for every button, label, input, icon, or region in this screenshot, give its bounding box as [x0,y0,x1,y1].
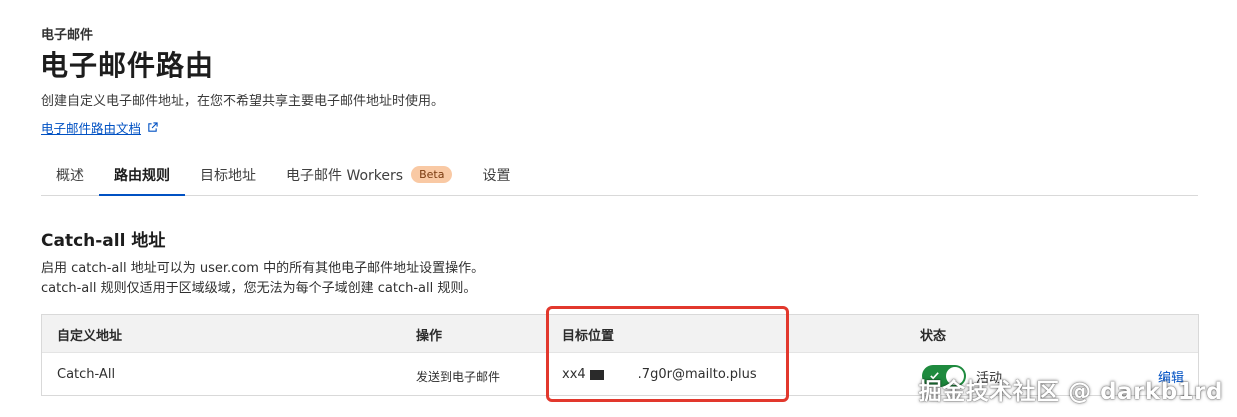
tab-overview[interactable]: 概述 [41,154,99,195]
page-title: 电子邮件路由 [40,49,215,82]
watermark: 掘金技术社区 @ darkb1rd [918,379,1223,405]
column-header-custom-address: 自定义地址 [57,329,123,344]
tab-settings[interactable]: 设置 [467,154,525,195]
column-header-action: 操作 [416,329,443,344]
tab-label: 电子邮件 Workers [286,167,404,184]
tab-bar: 概述 路由规则 目标地址 电子邮件 Workers Beta 设置 [41,154,1198,196]
tab-routing-rules[interactable]: 路由规则 [99,154,185,196]
catch-all-description: 启用 catch-all 地址可以为 user.com 中的所有其他电子邮件地址… [41,259,484,299]
tab-label: 概述 [56,167,84,184]
tab-label: 路由规则 [114,167,170,184]
tab-email-workers[interactable]: 电子邮件 Workers Beta [271,154,467,195]
page-description: 创建自定义电子邮件地址，在您不希望共享主要电子邮件地址时使用。 [41,94,445,109]
tab-label: 目标地址 [200,167,256,184]
action-cell: 发送到电子邮件 [416,370,501,384]
beta-badge: Beta [411,166,453,183]
tab-destination-addresses[interactable]: 目标地址 [185,154,271,195]
docs-link-label: 电子邮件路由文档 [41,121,142,136]
email-routing-page: 电子邮件 电子邮件路由 创建自定义电子邮件地址，在您不希望共享主要电子邮件地址时… [0,0,1237,417]
custom-address-cell: Catch-All [57,367,116,382]
section-label: 电子邮件 [41,28,94,43]
tab-label: 设置 [482,167,511,184]
destination-highlight-box [546,306,789,402]
catch-all-description-line2: catch-all 规则仅适用于区域级域，您无法为每个子域创建 catch-al… [41,281,477,296]
email-routing-docs-link[interactable]: 电子邮件路由文档 [41,118,158,137]
column-header-status: 状态 [920,329,947,344]
catch-all-title: Catch-all 地址 [41,231,166,251]
catch-all-description-line1: 启用 catch-all 地址可以为 user.com 中的所有其他电子邮件地址… [41,261,485,276]
external-link-icon [148,122,158,132]
